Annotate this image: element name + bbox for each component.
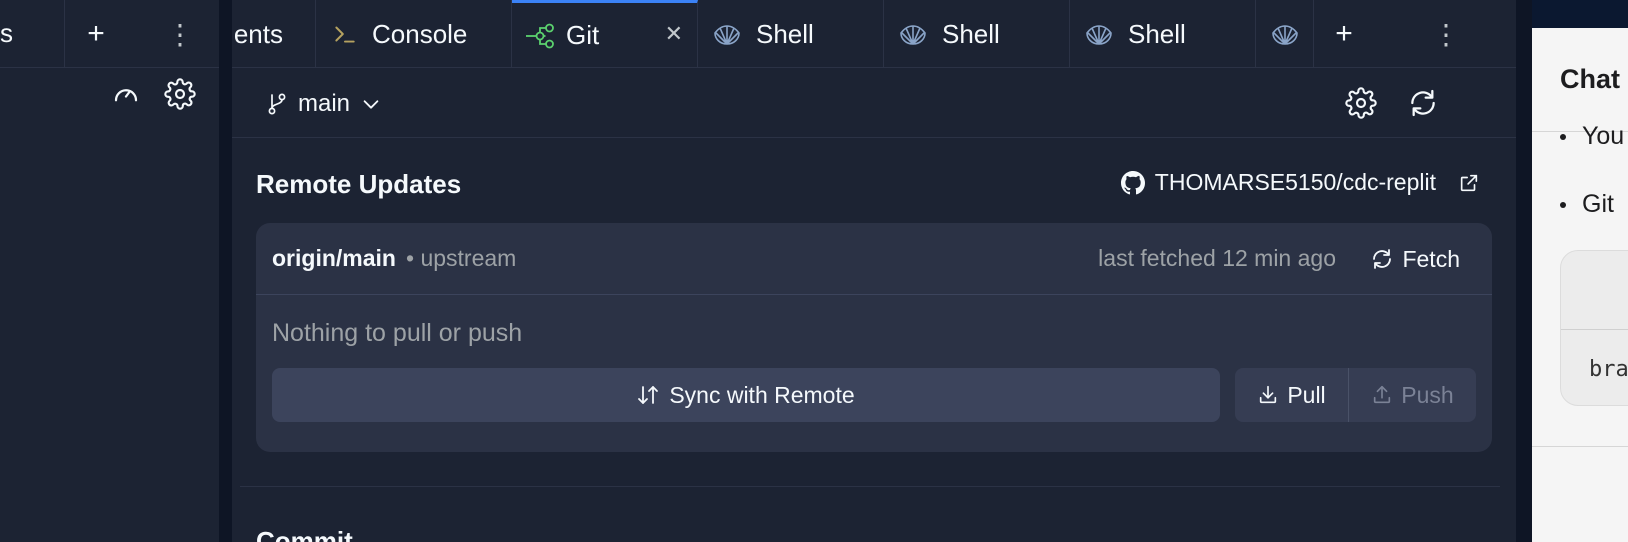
git-icon xyxy=(524,22,556,50)
close-tab-button[interactable]: ✕ xyxy=(665,21,683,47)
tab-shell[interactable]: Shell xyxy=(884,0,1070,67)
github-icon xyxy=(1120,170,1145,195)
tab-shell[interactable]: Shell xyxy=(1070,0,1256,67)
tab-label: Shell xyxy=(942,18,1000,49)
push-button[interactable]: Push xyxy=(1349,368,1476,422)
remote-card: origin/main • upstream last fetched 12 m… xyxy=(256,223,1492,452)
git-toolbar: main xyxy=(232,68,1516,138)
code-text: bra xyxy=(1589,357,1628,382)
shell-icon xyxy=(1270,20,1300,48)
sync-label: Sync with Remote xyxy=(669,381,855,408)
chat-pane: Chat You Git bra xyxy=(1532,0,1628,542)
tab-git[interactable]: Git ✕ xyxy=(512,0,698,67)
last-fetched-text: last fetched 12 min ago xyxy=(1098,245,1336,271)
repo-name: THOMARSE5150/cdc-replit xyxy=(1154,169,1436,195)
section-divider xyxy=(240,486,1500,487)
more-options-button[interactable]: ⋮ xyxy=(164,16,196,52)
bullet-text: Git xyxy=(1582,190,1614,218)
shell-icon xyxy=(898,20,928,48)
tab-label: Shell xyxy=(1128,18,1186,49)
repo-link[interactable]: THOMARSE5150/cdc-replit xyxy=(1120,169,1480,196)
shell-icon xyxy=(1084,20,1114,48)
tab-shell[interactable]: Shell xyxy=(698,0,884,67)
tab-bar: ents Console Git ✕ Shell Shell Shell + ⋮ xyxy=(232,0,1516,68)
upload-icon xyxy=(1371,384,1393,406)
pane-gap xyxy=(219,0,232,542)
upstream-label: • upstream xyxy=(406,245,517,271)
commit-section-title: Commit xyxy=(256,526,353,542)
branch-icon xyxy=(266,92,288,116)
chat-header: Chat xyxy=(1532,28,1628,132)
tab-partial-left[interactable]: ents xyxy=(232,0,316,67)
chevron-down-icon xyxy=(360,93,382,115)
branch-name: main xyxy=(298,90,351,117)
fetch-label: Fetch xyxy=(1402,245,1460,272)
tab-label: Git xyxy=(566,20,600,50)
sync-with-remote-button[interactable]: Sync with Remote xyxy=(272,368,1220,422)
tab-shell-partial[interactable]: S xyxy=(1256,0,1314,67)
pull-label: Pull xyxy=(1287,381,1326,408)
refresh-icon xyxy=(1407,87,1439,119)
refresh-icon xyxy=(1370,247,1394,271)
left-pane: s + ⋮ xyxy=(0,0,219,542)
pane-gap xyxy=(1516,0,1532,542)
pull-push-group: Pull Push xyxy=(1235,368,1476,422)
remote-card-header: origin/main • upstream last fetched 12 m… xyxy=(256,223,1492,295)
code-block-divider xyxy=(1561,329,1628,330)
tab-label: Console xyxy=(372,18,468,49)
tab-separator xyxy=(64,0,65,68)
speedometer-icon[interactable] xyxy=(110,78,142,110)
refresh-button[interactable] xyxy=(1404,84,1442,122)
left-tab-label[interactable]: s xyxy=(0,18,13,49)
pull-button[interactable]: Pull xyxy=(1235,368,1348,422)
sync-status-text: Nothing to pull or push xyxy=(272,319,523,347)
tab-label: ents xyxy=(233,18,283,49)
remote-branch-name: origin/main xyxy=(272,245,396,271)
chat-bullet: Git xyxy=(1560,190,1614,219)
bullet-text: You xyxy=(1582,122,1625,150)
remote-updates-section: Remote Updates THOMARSE5150/cdc-replit o… xyxy=(232,139,1516,485)
shell-icon xyxy=(712,20,742,48)
left-tabbar: s + ⋮ xyxy=(0,0,219,68)
chat-bullet: You xyxy=(1560,122,1624,151)
external-link-icon xyxy=(1458,172,1480,194)
fetch-button[interactable]: Fetch xyxy=(1370,239,1460,279)
tab-label: Shell xyxy=(756,18,814,49)
gear-icon[interactable] xyxy=(162,76,198,112)
add-tab-button[interactable]: + xyxy=(1326,16,1362,52)
more-options-button[interactable]: ⋮ xyxy=(1430,16,1462,52)
git-settings-button[interactable] xyxy=(1342,84,1380,122)
push-label: Push xyxy=(1401,381,1454,408)
tab-console[interactable]: Console xyxy=(316,0,512,67)
branch-selector[interactable]: main xyxy=(266,86,382,122)
section-title: Remote Updates xyxy=(256,169,462,199)
chat-title: Chat xyxy=(1560,64,1620,94)
git-pane: ents Console Git ✕ Shell Shell Shell + ⋮… xyxy=(232,0,1516,542)
add-tab-button[interactable]: + xyxy=(80,16,112,52)
chat-divider xyxy=(1532,446,1628,447)
gear-icon xyxy=(1345,87,1377,119)
console-icon xyxy=(332,21,358,47)
code-block: bra xyxy=(1560,250,1628,406)
header-image xyxy=(1532,0,1628,28)
download-icon xyxy=(1257,384,1279,406)
sort-arrows-icon xyxy=(637,383,659,407)
